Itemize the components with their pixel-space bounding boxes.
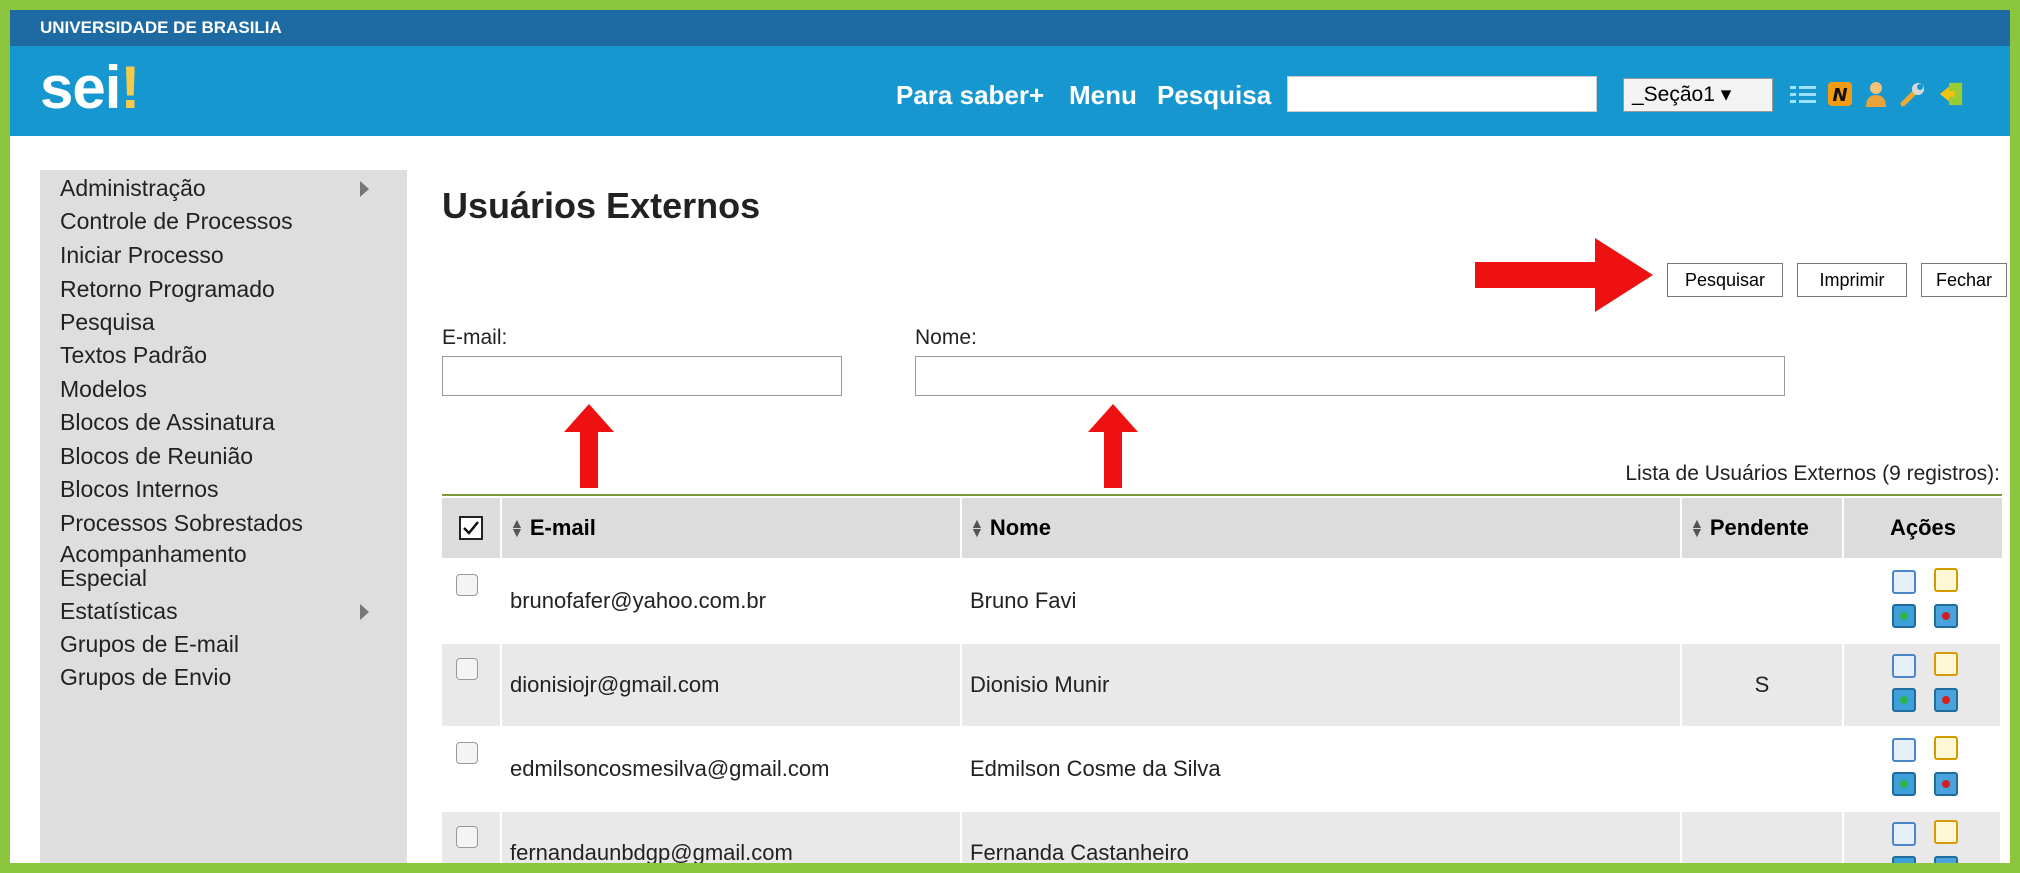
sidebar-item-blocos-de-assinatura[interactable]: Blocos de Assinatura	[40, 409, 407, 436]
edit-icon[interactable]	[1934, 736, 1958, 760]
link-pesquisa[interactable]: Pesquisa	[1157, 78, 1271, 112]
top-header: sei! Para saber+ Menu Pesquisa _Seção1 ▾…	[10, 46, 2010, 136]
reactivate-icon[interactable]	[1892, 772, 1916, 796]
annotation-arrow-right	[1475, 238, 1653, 312]
view-icon[interactable]	[1892, 570, 1916, 594]
name-cell: Dionisio Munir	[962, 644, 1682, 728]
column-header-email[interactable]: ▲ ▼ E-mail	[502, 498, 962, 558]
app-window: UNIVERSIDADE DE BRASILIA sei! Para saber…	[10, 10, 2010, 863]
institution-bar: UNIVERSIDADE DE BRASILIA	[10, 10, 2010, 46]
row-checkbox[interactable]	[456, 574, 478, 596]
edit-icon[interactable]	[1934, 820, 1958, 844]
table-row: brunofafer@yahoo.com.br Bruno Favi	[442, 560, 2002, 644]
sidebar-item-grupos-de-email[interactable]: Grupos de E-mail	[40, 631, 407, 658]
column-header-actions: Ações	[1844, 498, 2002, 558]
sei-logo[interactable]: sei!	[40, 58, 140, 118]
select-all-checkbox[interactable]	[442, 498, 502, 558]
delete-icon[interactable]	[1934, 688, 1958, 712]
table-row: fernandaunbdgp@gmail.com Fernanda Castan…	[442, 812, 2002, 863]
link-menu[interactable]: Menu	[1069, 78, 1137, 112]
reactivate-icon[interactable]	[1892, 856, 1916, 863]
sidebar-item-grupos-de-envio[interactable]: Grupos de Envio	[40, 664, 407, 691]
sidebar-item-textos-padrao[interactable]: Textos Padrão	[40, 342, 407, 369]
delete-icon[interactable]	[1934, 856, 1958, 863]
sort-icon: ▲ ▼	[510, 515, 524, 540]
email-cell: edmilsoncosmesilva@gmail.com	[502, 728, 962, 812]
view-icon[interactable]	[1892, 822, 1916, 846]
sidebar-item-blocos-internos[interactable]: Blocos Internos	[40, 476, 407, 503]
column-header-pending[interactable]: ▲ ▼ Pendente	[1682, 498, 1844, 558]
pending-cell	[1682, 560, 1844, 644]
user-icon[interactable]	[1863, 81, 1889, 107]
row-checkbox[interactable]	[456, 742, 478, 764]
actions-cell	[1844, 560, 2002, 644]
pending-cell	[1682, 728, 1844, 812]
unit-select[interactable]: _Seção1 ▾	[1623, 78, 1773, 112]
name-cell: Bruno Favi	[962, 560, 1682, 644]
email-cell: fernandaunbdgp@gmail.com	[502, 812, 962, 863]
actions-cell	[1844, 728, 2002, 812]
close-button[interactable]: Fechar	[1921, 263, 2007, 297]
notes-icon[interactable]: N	[1827, 81, 1853, 107]
search-button[interactable]: Pesquisar	[1667, 263, 1783, 297]
list-icon[interactable]	[1790, 82, 1816, 108]
sidebar-item-pesquisa[interactable]: Pesquisa	[40, 309, 407, 336]
link-para-saber[interactable]: Para saber+	[896, 78, 1044, 112]
annotation-arrow-up-name	[1088, 404, 1138, 488]
sidebar-item-iniciar-processo[interactable]: Iniciar Processo	[40, 242, 407, 269]
svg-text:N: N	[1832, 85, 1847, 106]
row-checkbox[interactable]	[456, 658, 478, 680]
email-field[interactable]	[442, 356, 842, 396]
sidebar-menu: Administração Controle de Processos Inic…	[40, 170, 407, 863]
exit-icon[interactable]	[1938, 81, 1964, 107]
name-field[interactable]	[915, 356, 1785, 396]
quick-search-input[interactable]	[1287, 76, 1597, 112]
delete-icon[interactable]	[1934, 772, 1958, 796]
column-header-name[interactable]: ▲ ▼ Nome	[962, 498, 1682, 558]
submenu-arrow-icon	[360, 604, 369, 620]
list-caption: Lista de Usuários Externos (9 registros)…	[1625, 462, 2000, 485]
view-icon[interactable]	[1892, 654, 1916, 678]
actions-cell	[1844, 644, 2002, 728]
sidebar-item-retorno-programado[interactable]: Retorno Programado	[40, 276, 407, 303]
edit-icon[interactable]	[1934, 568, 1958, 592]
row-checkbox[interactable]	[456, 826, 478, 848]
sidebar-item-acompanhamento-especial[interactable]: Acompanhamento Especial	[40, 542, 260, 590]
sidebar-item-administracao[interactable]: Administração	[40, 175, 407, 202]
sidebar-item-estatisticas[interactable]: Estatísticas	[40, 598, 407, 625]
users-table: ▲ ▼ E-mail ▲ ▼ Nome ▲ ▼ Pendente Ações brunofa…	[442, 494, 2002, 863]
delete-icon[interactable]	[1934, 604, 1958, 628]
edit-icon[interactable]	[1934, 652, 1958, 676]
pending-cell: S	[1682, 644, 1844, 728]
sidebar-item-controle-de-processos[interactable]: Controle de Processos	[40, 208, 407, 235]
sidebar-item-processos-sobrestados[interactable]: Processos Sobrestados	[40, 510, 407, 537]
email-cell: dionisiojr@gmail.com	[502, 644, 962, 728]
email-label: E-mail:	[442, 326, 508, 349]
page-title: Usuários Externos	[442, 185, 761, 226]
sort-icon: ▲ ▼	[970, 515, 984, 540]
table-row: edmilsoncosmesilva@gmail.com Edmilson Co…	[442, 728, 2002, 812]
wrench-icon[interactable]	[1900, 81, 1926, 107]
reactivate-icon[interactable]	[1892, 604, 1916, 628]
submenu-arrow-icon	[360, 181, 369, 197]
print-button[interactable]: Imprimir	[1797, 263, 1907, 297]
actions-cell	[1844, 812, 2002, 863]
annotation-arrow-up-email	[564, 404, 614, 488]
name-label: Nome:	[915, 326, 977, 349]
reactivate-icon[interactable]	[1892, 688, 1916, 712]
table-row: dionisiojr@gmail.com Dionisio Munir S	[442, 644, 2002, 728]
sidebar-item-modelos[interactable]: Modelos	[40, 376, 407, 403]
sort-icon: ▲ ▼	[1690, 515, 1704, 540]
pending-cell	[1682, 812, 1844, 863]
name-cell: Edmilson Cosme da Silva	[962, 728, 1682, 812]
sidebar-item-blocos-de-reuniao[interactable]: Blocos de Reunião	[40, 443, 407, 470]
view-icon[interactable]	[1892, 738, 1916, 762]
email-cell: brunofafer@yahoo.com.br	[502, 560, 962, 644]
name-cell: Fernanda Castanheiro	[962, 812, 1682, 863]
